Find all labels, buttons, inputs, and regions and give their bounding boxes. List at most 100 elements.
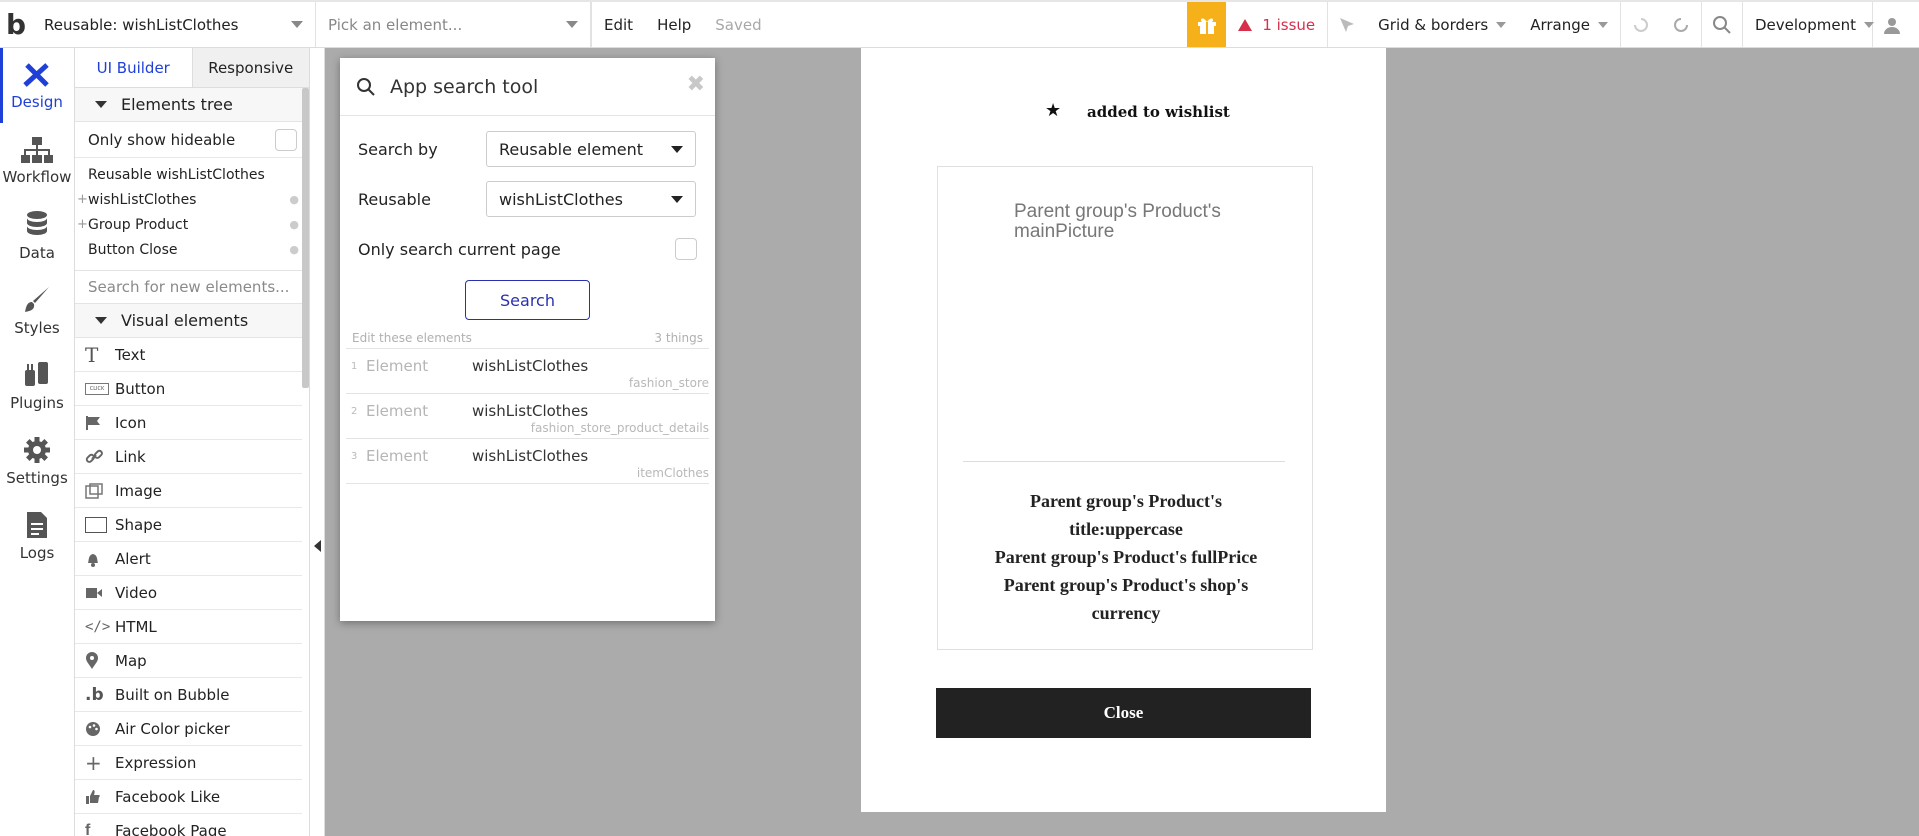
rail-workflow[interactable]: Workflow (0, 123, 74, 198)
tree-item-root[interactable]: Reusable wishListClothes (75, 162, 309, 187)
button-icon: CLICK (85, 382, 115, 395)
visual-elements-list: T Text CLICK Button Icon Link Image Shape Alert V… (75, 338, 309, 836)
palette-item-label: Expression (115, 753, 197, 772)
product-image[interactable]: Parent group's Product's mainPicture (1014, 202, 1254, 242)
only-show-hideable-label: Only show hideable (88, 130, 236, 149)
palette-item-html[interactable]: </> HTML (75, 610, 302, 644)
added-to-wishlist-text[interactable]: added to wishlist (1087, 103, 1230, 121)
bubble-icon: .b (85, 684, 104, 705)
eye-icon[interactable]: ● (289, 243, 299, 256)
group-product[interactable]: Parent group's Product's mainPicture Par… (937, 166, 1313, 650)
expand-icon[interactable]: + (77, 192, 88, 207)
only-show-hideable-checkbox[interactable] (275, 128, 297, 151)
palette-item-label: Built on Bubble (115, 685, 230, 704)
palette-item-video[interactable]: Video (75, 576, 302, 610)
palette-item-button[interactable]: CLICK Button (75, 372, 302, 406)
tree-item[interactable]: + wishListClothes ● (75, 187, 309, 212)
bubble-logo[interactable]: b (0, 2, 32, 47)
save-status: Saved (703, 2, 773, 47)
eye-icon[interactable]: ● (289, 218, 299, 231)
rail-plugins[interactable]: Plugins (0, 348, 74, 423)
palette-item-facebook-like[interactable]: Facebook Like (75, 780, 302, 814)
design-icon (23, 62, 49, 87)
rail-styles[interactable]: Styles (0, 273, 74, 348)
expand-icon[interactable]: + (77, 217, 88, 232)
undo-button[interactable] (1621, 2, 1661, 47)
workflow-icon (21, 136, 53, 163)
divider (963, 461, 1285, 462)
result-row[interactable]: 3 Element wishListClothes itemClothes (346, 439, 709, 484)
bell-icon (85, 551, 115, 567)
palette-item-alert[interactable]: Alert (75, 542, 302, 576)
rail-logs[interactable]: Logs (0, 498, 74, 573)
arrange-menu[interactable]: Arrange (1518, 2, 1621, 47)
rail-design[interactable]: Design (0, 48, 74, 123)
search-icon (357, 77, 375, 96)
close-icon[interactable]: ✖ (687, 72, 705, 97)
close-button[interactable]: Close (936, 688, 1311, 738)
rail-data[interactable]: Data (0, 198, 74, 273)
product-title-line: title:uppercase (1069, 519, 1183, 539)
palette-item-expression[interactable]: + Expression (75, 746, 302, 780)
rail-label: Logs (19, 543, 55, 562)
page-canvas[interactable]: ★ added to wishlist Parent group's Produ… (861, 48, 1386, 812)
elements-tree-header[interactable]: Elements tree (75, 88, 309, 122)
gift-button[interactable] (1187, 2, 1227, 47)
account-button[interactable] (1873, 2, 1919, 47)
search-by-select[interactable]: Reusable element (486, 131, 696, 167)
tab-responsive[interactable]: Responsive (192, 48, 309, 87)
palette-item-facebook-page[interactable]: f Facebook Page (75, 814, 302, 836)
palette-item-image[interactable]: Image (75, 474, 302, 508)
search-by-label: Search by (358, 139, 438, 159)
element-palette: UI Builder Responsive Elements tree Only… (75, 48, 310, 836)
grid-borders-menu[interactable]: Grid & borders (1366, 2, 1518, 47)
search-button[interactable]: Search (465, 280, 590, 320)
palette-item-icon[interactable]: Icon (75, 406, 302, 440)
search-elements-input[interactable]: Search for new elements... (75, 270, 309, 304)
collapse-panel-handle[interactable] (310, 48, 325, 836)
cursor-tool-button[interactable] (1328, 2, 1366, 47)
redo-button[interactable] (1661, 2, 1702, 47)
search-icon (1713, 15, 1731, 34)
brush-icon (25, 286, 49, 312)
tree-item[interactable]: Button Close ● (75, 237, 309, 262)
caret-down-icon (95, 101, 107, 108)
palette-item-map[interactable]: Map (75, 644, 302, 678)
result-row[interactable]: 2 Element wishListClothes fashion_store_… (346, 394, 709, 439)
rail-label: Plugins (10, 393, 64, 412)
star-icon[interactable]: ★ (1045, 100, 1061, 121)
edit-these-link[interactable]: Edit these elements (352, 331, 472, 345)
page-selector[interactable]: Reusable: wishListClothes (32, 2, 316, 47)
rail-settings[interactable]: Settings (0, 423, 74, 498)
edit-menu[interactable]: Edit (591, 2, 645, 47)
current-page-row: Only search current page (340, 224, 715, 274)
palette-scrollbar[interactable] (302, 88, 309, 388)
palette-item-label: HTML (115, 617, 157, 636)
palette-item-text[interactable]: T Text (75, 338, 302, 372)
result-row[interactable]: 1 Element wishListClothes fashion_store (346, 349, 709, 394)
environment-selector[interactable]: Development (1742, 2, 1874, 47)
tree-item-label: Button Close (88, 241, 178, 258)
palette-item-air-color-picker[interactable]: Air Color picker (75, 712, 302, 746)
eye-icon[interactable]: ● (289, 193, 299, 206)
page-selector-label: Reusable: wishListClothes (44, 15, 239, 34)
tab-ui-builder[interactable]: UI Builder (75, 48, 193, 87)
edit-menu-label: Edit (604, 15, 634, 34)
element-picker[interactable]: Pick an element... (316, 2, 591, 47)
top-bar: b Reusable: wishListClothes Pick an elem… (0, 0, 1919, 48)
only-current-page-checkbox[interactable] (675, 238, 697, 260)
issues-button[interactable]: 1 issue (1226, 2, 1329, 47)
search-button[interactable] (1702, 2, 1742, 47)
palette-item-shape[interactable]: Shape (75, 508, 302, 542)
reusable-select[interactable]: wishListClothes (486, 181, 696, 217)
palette-item-link[interactable]: Link (75, 440, 302, 474)
palette-item-label: Text (115, 345, 146, 364)
visual-elements-header[interactable]: Visual elements (75, 304, 309, 338)
tree-item[interactable]: + Group Product ● (75, 212, 309, 237)
palette-item-label: Link (115, 447, 146, 466)
palette-item-label: Air Color picker (115, 719, 230, 738)
help-menu[interactable]: Help (645, 2, 703, 47)
product-text[interactable]: Parent group's Product's title:uppercase… (958, 487, 1294, 627)
palette-item-built-on-bubble[interactable]: .b Built on Bubble (75, 678, 302, 712)
